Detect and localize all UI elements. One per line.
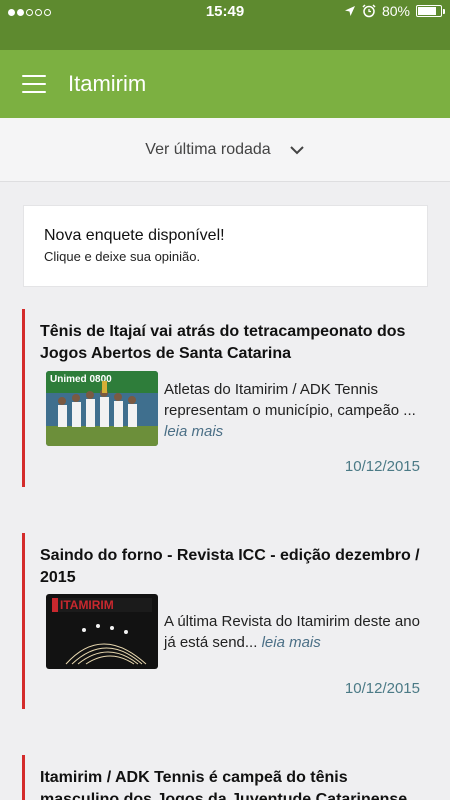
poll-subtitle: Clique e deixe sua opinião. (44, 249, 201, 264)
news-item[interactable]: Itamirim / ADK Tennis é campeã do tênis … (22, 755, 432, 800)
news-title: Saindo do forno - Revista ICC - edição d… (40, 547, 420, 586)
battery-percent: 80% (381, 3, 410, 19)
news-item[interactable]: Tênis de Itajaí vai atrás do tetracampeo… (22, 309, 432, 487)
poll-title: Nova enquete disponível! (44, 227, 225, 244)
news-thumbnail[interactable]: ITAMIRIM (46, 594, 158, 669)
news-date: 10/12/2015 (344, 680, 420, 697)
poll-card[interactable]: Nova enquete disponível! Clique e deixe … (23, 205, 428, 287)
battery-fill (418, 7, 436, 15)
app-bar: Itamirim (0, 50, 450, 118)
location-arrow-icon (344, 6, 355, 16)
news-accent-bar (22, 755, 25, 800)
news-accent-bar (22, 533, 25, 709)
news-excerpt: Atletas do Itamirim / ADK Tennis represe… (164, 379, 426, 442)
status-bar: 15:49 80% (0, 0, 450, 50)
news-excerpt-text: Atletas do Itamirim / ADK Tennis represe… (164, 381, 416, 419)
chevron-down-icon (289, 145, 304, 154)
news-excerpt: A última Revista do Itamirim deste ano j… (164, 611, 426, 653)
app-title: Itamirim (68, 71, 147, 96)
news-title: Tênis de Itajaí vai atrás do tetracampeo… (40, 323, 406, 362)
news-thumbnail[interactable]: Unimed 0800 (46, 371, 158, 446)
alarm-clock-icon (362, 4, 376, 18)
round-selector-label: Ver última rodada (145, 140, 271, 158)
news-item[interactable]: Saindo do forno - Revista ICC - edição d… (22, 533, 432, 709)
news-title: Itamirim / ADK Tennis é campeã do tênis … (40, 769, 408, 800)
news-accent-bar (22, 309, 25, 487)
round-selector[interactable]: Ver última rodada (0, 118, 450, 182)
menu-icon[interactable] (22, 75, 46, 93)
thumb-magazine-title: ITAMIRIM (60, 598, 114, 612)
read-more-link[interactable]: leia mais (262, 634, 321, 651)
battery-icon (416, 5, 445, 17)
news-date: 10/12/2015 (344, 458, 420, 475)
read-more-link[interactable]: leia mais (164, 423, 223, 440)
